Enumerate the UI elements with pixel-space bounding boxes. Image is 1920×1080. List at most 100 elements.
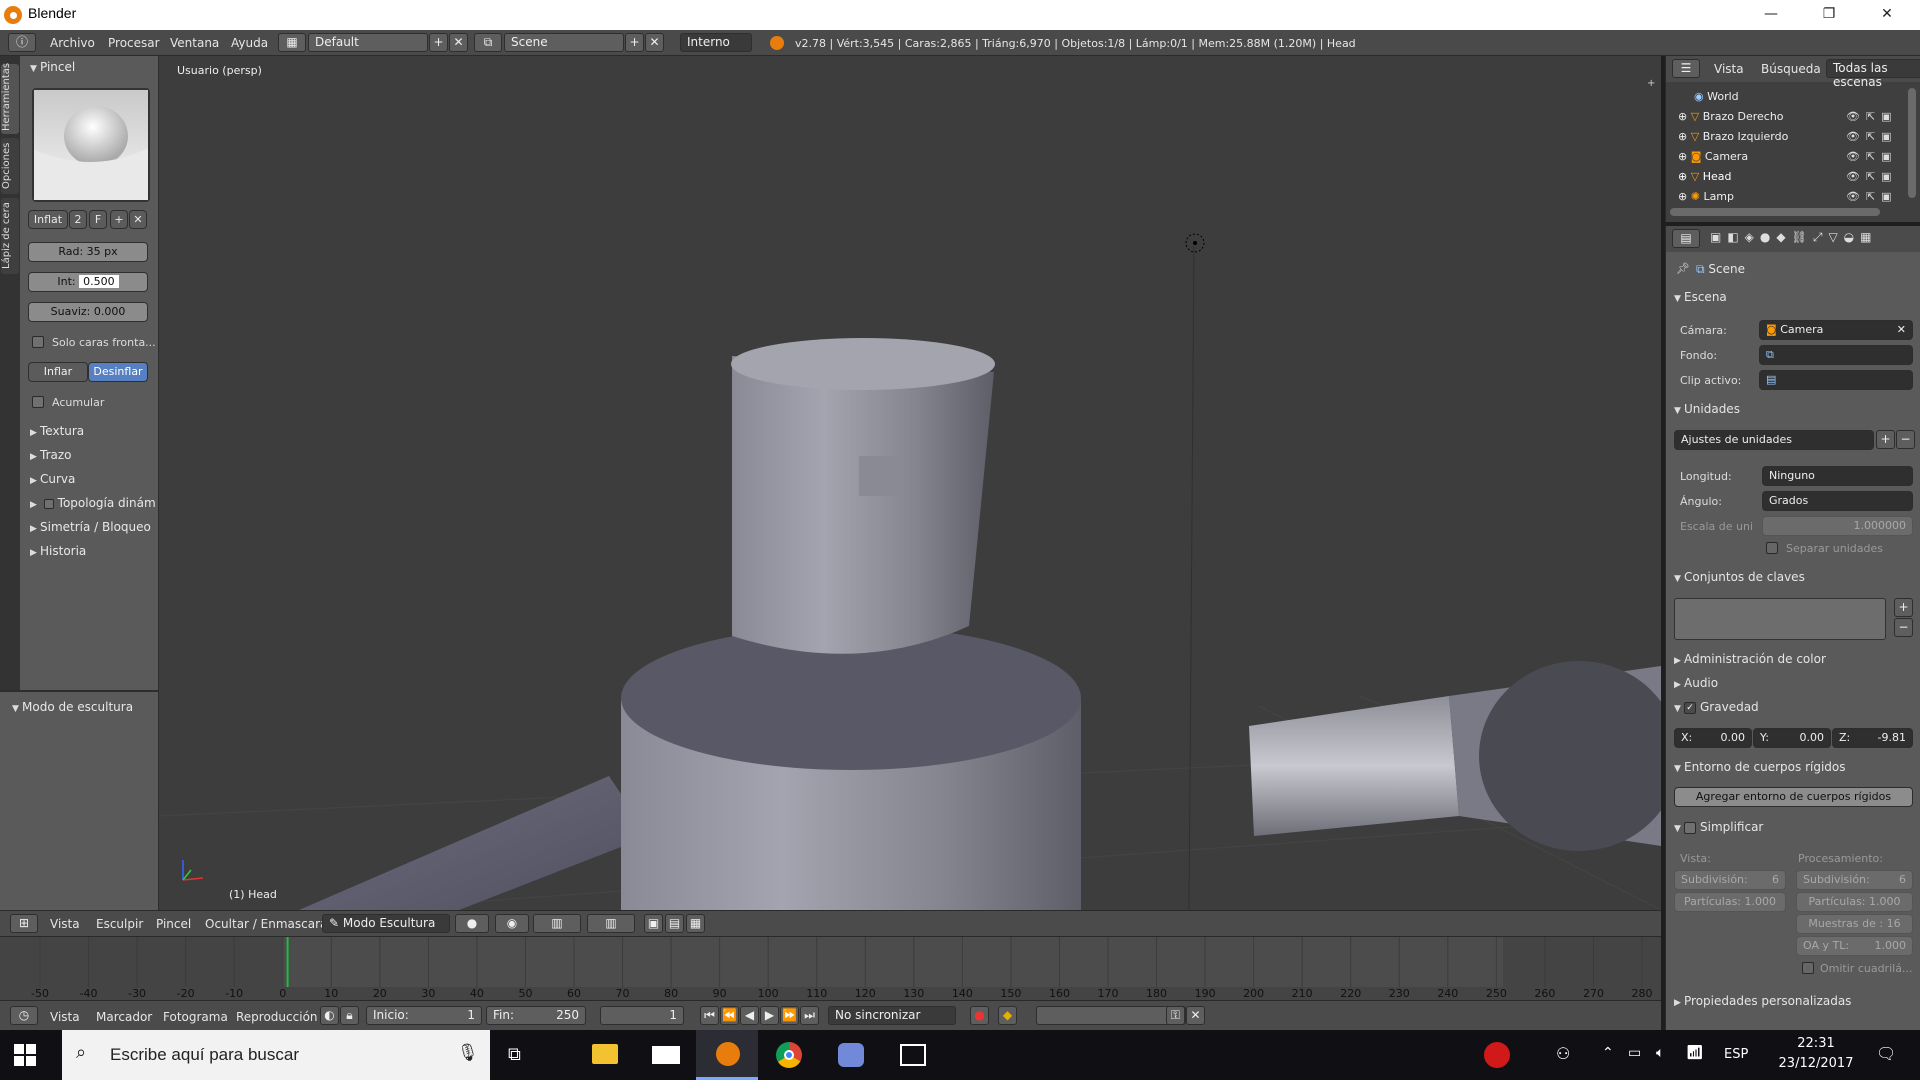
radius-field[interactable]: Rad: 35 px <box>28 242 148 262</box>
front-faces-checkbox[interactable] <box>32 336 44 348</box>
brush-preview[interactable] <box>32 88 150 202</box>
outliner-item-brazo-izquierdo[interactable]: ⊕ ▽ Brazo Izquierdo <box>1678 130 1788 143</box>
visibility-icons[interactable]: 👁︎⇱▣ <box>1846 150 1898 163</box>
menu-timeline-vista[interactable]: Vista <box>50 1010 80 1024</box>
people-icon[interactable]: ⚇ <box>1556 1044 1570 1063</box>
visibility-icons[interactable]: 👁︎⇱▣ <box>1846 170 1898 183</box>
sculpt-mode-panel-header[interactable]: ▼ Modo de escultura <box>12 700 133 714</box>
jump-end-icon[interactable]: ⏭ <box>800 1006 819 1025</box>
camera-field[interactable]: ◙ Camera ✕ <box>1759 320 1913 340</box>
visibility-icons[interactable]: 👁︎⇱▣ <box>1846 110 1898 123</box>
outliner-item-lamp[interactable]: ⊕ ✺ Lamp <box>1678 190 1734 203</box>
unit-presets-select[interactable]: Ajustes de unidades <box>1674 430 1874 450</box>
menu-procesar[interactable]: Procesar <box>108 36 160 50</box>
subpanel-textura[interactable]: ▶ Textura <box>30 424 84 438</box>
gravity-x-field[interactable]: X: 0.00 <box>1674 728 1752 748</box>
simplify-samples[interactable]: Muestras de : 16 <box>1796 914 1913 934</box>
render-preview-icon[interactable]: ▣ <box>644 914 663 933</box>
gravity-y-field[interactable]: Y: 0.00 <box>1753 728 1831 748</box>
editor-type-info-icon[interactable]: ⓘ <box>8 33 36 52</box>
tab-lapiz-de-cera[interactable]: Lápiz de cera <box>1 198 19 274</box>
panel-custom-props-header[interactable]: ▶ Propiedades personalizadas <box>1674 994 1851 1008</box>
screen-layout-field[interactable]: Default <box>308 33 428 52</box>
layers-left-icon[interactable]: ▥ <box>533 914 581 933</box>
clock-time[interactable]: 22:31 <box>1776 1036 1856 1051</box>
keying-icon[interactable]: ◆ <box>998 1006 1017 1025</box>
notifications-icon[interactable]: 🗨︎ <box>1876 1044 1896 1063</box>
outliner-menu-vista[interactable]: Vista <box>1714 62 1744 76</box>
brush-fake-user-button[interactable]: F <box>89 210 107 229</box>
tab-opciones[interactable]: Opciones <box>1 138 19 194</box>
volume-icon[interactable]: 🔈︎ <box>1656 1045 1664 1061</box>
outliner-menu-busqueda[interactable]: Búsqueda <box>1761 62 1821 76</box>
task-view-icon[interactable]: ⧉ <box>508 1044 521 1065</box>
viewport-expand-icon[interactable]: + <box>1647 78 1655 89</box>
panel-gravity-header[interactable]: ▼ ✓ Gravedad <box>1674 700 1759 714</box>
add-keying-set-icon[interactable]: + <box>1894 598 1913 617</box>
menu-ventana[interactable]: Ventana <box>170 36 219 50</box>
panel-audio-header[interactable]: ▶ Audio <box>1674 676 1718 690</box>
outliner-h-scrollbar[interactable] <box>1670 208 1880 216</box>
taskbar-file-explorer-icon[interactable] <box>572 1030 634 1080</box>
unit-scale-field[interactable]: 1.000000 <box>1762 516 1913 536</box>
delete-scene-icon[interactable]: ✕ <box>645 33 664 52</box>
input-language[interactable]: ESP <box>1724 1047 1748 1062</box>
timeline-editor[interactable]: -50 -40 -30 -20 -10 0 10 20 30 40 50 60 70 80 90 100 110… <box>0 936 1661 1000</box>
panel-keying-sets-header[interactable]: ▼ Conjuntos de claves <box>1674 570 1805 584</box>
taskbar-photos-icon[interactable] <box>882 1030 944 1080</box>
brush-users-count[interactable]: 2 <box>69 210 87 229</box>
render-engine-select[interactable]: Interno <box>680 33 752 52</box>
simplify-subdiv-view[interactable]: Subdivisión: 6 <box>1674 870 1786 890</box>
subpanel-trazo[interactable]: ▶ Trazo <box>30 448 72 462</box>
taskbar-blender-icon[interactable] <box>696 1030 758 1080</box>
taskbar-chrome-icon[interactable] <box>758 1030 820 1080</box>
editor-type-outliner-icon[interactable]: ☰ <box>1672 59 1700 78</box>
menu-vista[interactable]: Vista <box>50 917 80 931</box>
properties-context-tabs[interactable]: ▣◧◈●◆⛓⤢▽◒▦ <box>1710 230 1877 245</box>
delete-layout-icon[interactable]: ✕ <box>449 33 468 52</box>
anim-render-icon[interactable]: ▦ <box>686 914 705 933</box>
outliner-item-world[interactable]: ◉ World <box>1694 90 1739 103</box>
angle-unit-select[interactable]: Grados <box>1762 491 1913 511</box>
layers-right-icon[interactable]: ▥ <box>587 914 635 933</box>
menu-ayuda[interactable]: Ayuda <box>231 36 268 50</box>
wifi-icon[interactable]: 📶︎ <box>1686 1045 1704 1061</box>
subpanel-historia[interactable]: ▶ Historia <box>30 544 86 558</box>
keying-set-field[interactable] <box>1036 1006 1186 1025</box>
subpanel-curva[interactable]: ▶ Curva <box>30 472 75 486</box>
play-icon[interactable]: ▶ <box>760 1006 779 1025</box>
add-scene-icon[interactable]: + <box>625 33 644 52</box>
separate-units-checkbox[interactable] <box>1766 542 1778 554</box>
smooth-field[interactable]: Suaviz: 0.000 <box>28 302 148 322</box>
editor-type-3dview-icon[interactable]: ⊞ <box>10 914 38 933</box>
length-unit-select[interactable]: Ninguno <box>1762 466 1913 486</box>
taskbar-discord-icon[interactable] <box>820 1030 882 1080</box>
mode-select[interactable]: ✎ Modo Escultura <box>322 914 450 933</box>
deflate-button[interactable]: Desinflar <box>88 362 148 382</box>
panel-color-management-header[interactable]: ▶ Administración de color <box>1674 652 1826 666</box>
active-clip-field[interactable]: ▤ <box>1759 370 1913 390</box>
menu-marcador[interactable]: Marcador <box>96 1010 152 1024</box>
viewport-shading-icon[interactable]: ● <box>455 914 489 933</box>
keying-sets-list[interactable] <box>1674 598 1886 640</box>
windows-start-icon[interactable] <box>14 1044 36 1066</box>
subpanel-simetria[interactable]: ▶ Simetría / Bloqueo <box>30 520 151 534</box>
visibility-icons[interactable]: 👁︎⇱▣ <box>1846 130 1898 143</box>
menu-pincel[interactable]: Pincel <box>156 917 191 931</box>
clock-date[interactable]: 23/12/2017 <box>1776 1056 1856 1071</box>
editor-type-properties-icon[interactable]: ▤ <box>1672 229 1700 248</box>
outliner-display-mode[interactable]: Todas las escenas <box>1826 59 1920 89</box>
panel-escena-header[interactable]: ▼ Escena <box>1674 290 1727 304</box>
3d-viewport[interactable]: Usuario (persp) (1) Head + <box>159 56 1661 910</box>
inflate-button[interactable]: Inflar <box>28 362 88 382</box>
remove-unit-preset-icon[interactable]: − <box>1896 430 1915 449</box>
visibility-icons[interactable]: 👁︎⇱▣ <box>1846 190 1898 203</box>
screenshot-icon[interactable]: ▤ <box>665 914 684 933</box>
start-frame-field[interactable]: Inicio: 1 <box>366 1006 482 1025</box>
restore-button[interactable]: ❐ <box>1800 0 1858 30</box>
taskbar-search-box[interactable]: ⌕ Escribe aquí para buscar 🎙︎ <box>62 1030 490 1080</box>
next-key-icon[interactable]: ⏩ <box>780 1006 799 1025</box>
brush-panel-header[interactable]: ▼ Pincel <box>30 60 75 74</box>
unlink-brush-icon[interactable]: ✕ <box>129 210 147 229</box>
simplify-subdiv-render[interactable]: Subdivisión: 6 <box>1796 870 1913 890</box>
